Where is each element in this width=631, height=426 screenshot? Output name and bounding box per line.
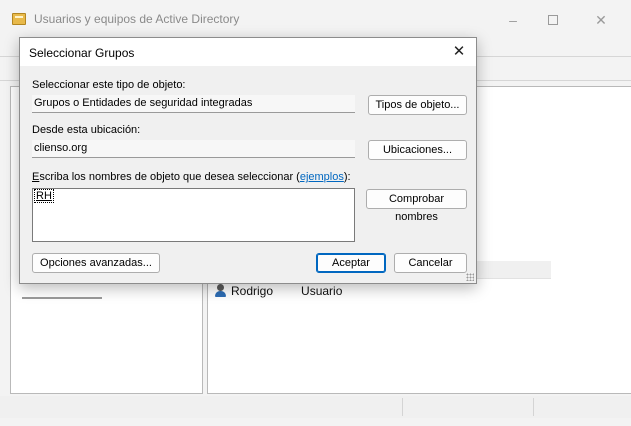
status-separator bbox=[533, 398, 534, 416]
dialog-title: Seleccionar Grupos bbox=[29, 46, 135, 60]
object-type-field: Grupos o Entidades de seguridad integrad… bbox=[32, 95, 355, 113]
close-button[interactable]: ✕ bbox=[586, 10, 616, 30]
cancel-button[interactable]: Cancelar bbox=[394, 253, 467, 273]
dialog-title-bar: Seleccionar Grupos ✕ bbox=[20, 38, 476, 66]
label-end: ): bbox=[343, 171, 351, 183]
list-item-type: Usuario bbox=[301, 284, 343, 298]
ok-button[interactable]: Aceptar bbox=[316, 253, 386, 273]
app-folder-icon bbox=[12, 13, 26, 25]
check-names-button[interactable]: Comprobar nombres bbox=[366, 189, 467, 223]
advanced-options-button[interactable]: Opciones avanzadas... bbox=[32, 253, 160, 273]
select-groups-dialog: Seleccionar Grupos ✕ Seleccionar este ti… bbox=[19, 37, 477, 284]
maximize-icon bbox=[548, 15, 558, 25]
status-separator bbox=[402, 398, 403, 416]
object-types-button[interactable]: Tipos de objeto... bbox=[368, 95, 467, 115]
location-label: Desde esta ubicación: bbox=[32, 124, 141, 136]
dialog-close-button[interactable]: ✕ bbox=[448, 41, 470, 63]
list-item-name: Rodrigo bbox=[231, 284, 274, 298]
tree-horizontal-scrollbar[interactable] bbox=[22, 297, 102, 299]
object-names-value: RH bbox=[34, 189, 54, 203]
window-title: Usuarios y equipos de Active Directory bbox=[34, 12, 240, 26]
resize-grip-icon[interactable] bbox=[466, 273, 474, 281]
user-icon bbox=[214, 284, 227, 298]
status-bar bbox=[0, 396, 631, 418]
location-field: clienso.org bbox=[32, 140, 355, 158]
title-bar: Usuarios y equipos de Active Directory –… bbox=[0, 0, 631, 40]
object-type-label: Seleccionar este tipo de objeto: bbox=[32, 79, 186, 91]
minimize-button[interactable]: – bbox=[498, 10, 528, 30]
object-names-label: Escriba los nombres de objeto que desea … bbox=[32, 171, 351, 183]
object-names-input[interactable]: RH bbox=[32, 188, 355, 242]
list-item[interactable]: Rodrigo Usuario bbox=[214, 282, 342, 300]
examples-link[interactable]: ejemplos bbox=[300, 171, 344, 183]
label-text: scriba los nombres de objeto que desea s… bbox=[39, 171, 300, 183]
maximize-button[interactable] bbox=[538, 10, 568, 30]
locations-button[interactable]: Ubicaciones... bbox=[368, 140, 467, 160]
